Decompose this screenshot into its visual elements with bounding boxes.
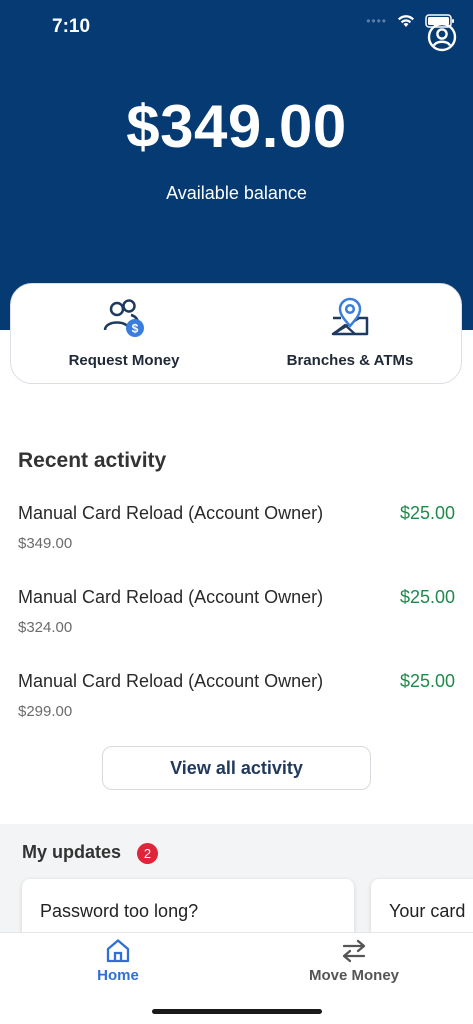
balance-label: Available balance bbox=[166, 183, 307, 203]
tab-move-money[interactable]: Move Money bbox=[236, 933, 472, 993]
activity-amount: $25.00 bbox=[399, 587, 455, 607]
profile-icon[interactable] bbox=[427, 22, 457, 52]
my-updates-section: My updates 2 Password too long? Your car… bbox=[0, 824, 473, 934]
recent-activity-title: Recent activity bbox=[18, 449, 167, 472]
map-pin-icon bbox=[331, 297, 369, 336]
tab-home[interactable]: Home bbox=[0, 933, 236, 993]
balance-header: 7:10 •••• $349.00 Available balance bbox=[0, 0, 473, 330]
activity-balance: $299.00 bbox=[18, 703, 73, 720]
update-card-title: Your card bbox=[389, 901, 466, 921]
activity-amount: $25.00 bbox=[399, 503, 455, 523]
home-indicator[interactable] bbox=[152, 1009, 322, 1014]
branches-atms-button[interactable]: Branches & ATMs bbox=[237, 284, 463, 384]
request-money-label: Request Money bbox=[68, 352, 180, 369]
svg-text:$: $ bbox=[132, 322, 139, 336]
my-updates-title: My updates bbox=[22, 842, 122, 862]
activity-balance: $324.00 bbox=[18, 619, 73, 636]
activity-row[interactable]: Manual Card Reload (Account Owner) $25.0… bbox=[18, 671, 455, 731]
view-all-activity-button[interactable]: View all activity bbox=[102, 746, 371, 790]
signal-icon: •••• bbox=[366, 14, 387, 28]
branches-atms-label: Branches & ATMs bbox=[286, 352, 414, 369]
update-card[interactable]: Password too long? bbox=[22, 879, 354, 934]
activity-row[interactable]: Manual Card Reload (Account Owner) $25.0… bbox=[18, 503, 455, 563]
activity-amount: $25.00 bbox=[399, 671, 455, 691]
activity-description: Manual Card Reload (Account Owner) bbox=[18, 671, 324, 691]
status-time: 7:10 bbox=[52, 16, 91, 37]
activity-description: Manual Card Reload (Account Owner) bbox=[18, 587, 324, 607]
request-money-icon: $ bbox=[103, 299, 144, 337]
update-card-title: Password too long? bbox=[40, 901, 199, 921]
activity-balance: $349.00 bbox=[18, 535, 73, 552]
tab-home-label: Home bbox=[97, 967, 139, 984]
update-card[interactable]: Your card bbox=[371, 879, 473, 934]
transfer-arrows-icon bbox=[342, 939, 366, 963]
tab-move-money-label: Move Money bbox=[308, 967, 399, 984]
updates-count-badge: 2 bbox=[137, 843, 158, 864]
request-money-button[interactable]: $ Request Money bbox=[11, 284, 237, 384]
activity-row[interactable]: Manual Card Reload (Account Owner) $25.0… bbox=[18, 587, 455, 647]
balance-amount: $349.00 bbox=[126, 93, 347, 160]
quick-actions-card: $ Request Money Branches & ATMs bbox=[10, 283, 462, 384]
activity-description: Manual Card Reload (Account Owner) bbox=[18, 503, 324, 523]
home-icon bbox=[106, 939, 130, 963]
wifi-icon bbox=[398, 15, 414, 27]
